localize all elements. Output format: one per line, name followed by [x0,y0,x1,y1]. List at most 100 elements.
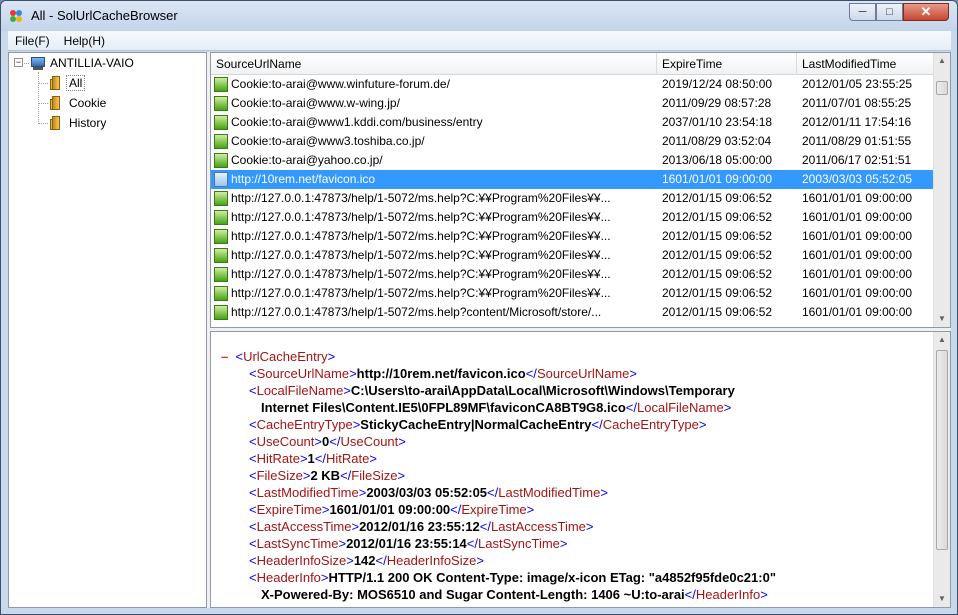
collapse-toggle-icon[interactable]: − [14,58,23,67]
cell-last-modified: 2011/08/29 01:51:55 [802,134,912,148]
xml-field-HeaderInfo: <HeaderInfo>HTTP/1.1 200 OK Content-Type… [249,570,776,585]
cell-last-modified: 2012/01/05 23:55:25 [802,77,913,91]
minimize-icon: ─ [858,6,867,18]
folder-icon [50,96,62,110]
scroll-thumb[interactable] [936,350,948,550]
xml-tag: ExpireTime [461,502,527,517]
xml-value: 2012/01/16 23:55:14 [346,536,467,551]
cell-source-url: Cookie:to-arai@www.w-wing.jp/ [231,96,400,110]
cell-source-url: Cookie:to-arai@www3.toshiba.co.jp/ [231,134,425,148]
column-header-expire-time[interactable]: ExpireTime [657,53,797,75]
cell-last-modified: 2003/03/03 05:52:05 [802,172,913,186]
tree-node-all[interactable]: All [50,74,86,92]
menu-file[interactable]: File(F) [8,31,57,50]
xml-value: 1 [307,451,315,466]
cell-expire-time: 2019/12/24 08:50:00 [662,77,773,91]
tree-node-label: Cookie [69,96,107,110]
xml-tag: LastSyncTime [478,536,560,551]
cell-last-modified: 1601/01/01 09:00:00 [802,286,913,300]
table-row[interactable]: Cookie:to-arai@www.winfuture-forum.de/20… [211,75,934,94]
table-row[interactable]: Cookie:to-arai@yahoo.co.jp/2013/06/18 05… [211,151,934,170]
cell-last-modified: 1601/01/01 09:00:00 [802,191,913,205]
title-bar[interactable]: All - SolUrlCacheBrowser ─ □ ✕ [1,1,957,31]
maximize-button[interactable]: □ [876,3,903,21]
cell-source-url: http://127.0.0.1:47873/help/1-5072/ms.he… [231,286,611,300]
xml-field-SourceUrlName: <SourceUrlName>http://10rem.net/favicon.… [249,366,638,381]
table-row[interactable]: http://127.0.0.1:47873/help/1-5072/ms.he… [211,303,934,322]
xml-field-CacheEntryType: <CacheEntryType>StickyCacheEntry|NormalC… [249,417,707,432]
menu-help[interactable]: Help(H) [57,31,112,50]
xml-tag: ExpireTime [256,502,322,517]
cell-source-url: http://127.0.0.1:47873/help/1-5072/ms.he… [231,229,611,243]
cell-expire-time: 2012/01/15 09:06:52 [662,248,773,262]
tree-node-cookie[interactable]: Cookie [50,94,106,112]
cell-expire-time: 2012/01/15 09:06:52 [662,305,773,319]
table-row[interactable]: http://127.0.0.1:47873/help/1-5072/ms.he… [211,227,934,246]
table-row[interactable]: http://127.0.0.1:47873/help/1-5072/ms.he… [211,284,934,303]
entry-detail-xml[interactable]: – <UrlCacheEntry> <SourceUrlName>http://1… [210,331,951,608]
tree-node-label: ANTILLIA-VAIO [50,56,134,70]
scroll-up-icon[interactable]: ▲ [934,53,950,69]
cache-entry-icon [214,286,228,301]
tree-node-root[interactable]: ANTILLIA-VAIO [30,54,134,72]
xml-tag: LastAccessTime [256,519,352,534]
table-row[interactable]: Cookie:to-arai@www.w-wing.jp/2011/09/29 … [211,94,934,113]
cell-expire-time: 2013/06/18 05:00:00 [662,153,773,167]
xml-field-LocalFileName-cont: Internet Files\Content.IE5\0FPL89MF\favi… [261,400,732,415]
xml-tag: FileSize [256,468,303,483]
xml-tag: HeaderInfoSize [386,553,477,568]
xml-tag: LastModifiedTime [256,485,359,500]
xml-root-line: – <UrlCacheEntry> [221,349,336,364]
scroll-down-icon[interactable]: ▼ [934,591,950,607]
xml-field-LastAccessTime: <LastAccessTime>2012/01/16 23:55:12</Las… [249,519,594,534]
list-scrollbar[interactable]: ▲ ▼ [933,53,950,327]
cache-entry-icon [214,305,228,320]
table-row[interactable]: http://127.0.0.1:47873/help/1-5072/ms.he… [211,246,934,265]
xml-tag: HeaderInfo [695,587,761,602]
xml-tag: LocalFileName [256,383,344,398]
table-row[interactable]: http://10rem.net/favicon.ico 1601/01/01 0… [211,170,934,189]
cell-source-url: http://10rem.net/favicon.ico [231,172,376,186]
cache-entry-icon [214,248,228,263]
xml-tag: UseCount [256,434,315,449]
cell-expire-time: 2012/01/15 09:06:52 [662,210,773,224]
cache-entry-icon [214,210,228,225]
column-header-last-modified[interactable]: LastModifiedTime [797,53,934,75]
xml-field-LastModifiedTime: <LastModifiedTime>2003/03/03 05:52:05</L… [249,485,608,500]
tree-node-label: All [66,75,86,91]
xml-value: http://10rem.net/favicon.ico [356,366,526,381]
column-header-source-url[interactable]: SourceUrlName [211,53,657,75]
xml-value: StickyCacheEntry|NormalCacheEntry [360,417,592,432]
cache-entry-icon [214,96,228,111]
xml-field-LocalFileName: <LocalFileName>C:\Users\to-arai\AppData\… [249,383,735,398]
maximize-icon: □ [886,6,893,18]
tree-panel[interactable]: − ANTILLIA-VAIO All Cookie History [8,52,207,608]
xml-field-HitRate: <HitRate>1</HitRate> [249,451,377,466]
close-icon: ✕ [920,4,932,19]
table-row[interactable]: http://127.0.0.1:47873/help/1-5072/ms.he… [211,208,934,227]
scroll-down-icon[interactable]: ▼ [934,311,950,327]
app-window: All - SolUrlCacheBrowser ─ □ ✕ File(F) H… [0,0,958,615]
table-row[interactable]: Cookie:to-arai@www1.kddi.com/business/en… [211,113,934,132]
scroll-thumb[interactable] [936,81,948,95]
close-button[interactable]: ✕ [903,3,949,21]
cell-expire-time: 1601/01/01 09:00:00 [662,172,773,186]
cache-entry-icon [214,153,228,168]
xml-tag: LastSyncTime [256,536,339,551]
cell-expire-time: 2012/01/15 09:06:52 [662,229,773,243]
cache-entry-icon [214,229,228,244]
detail-scrollbar[interactable]: ▲ ▼ [933,332,950,607]
cell-source-url: Cookie:to-arai@www.winfuture-forum.de/ [231,77,450,91]
table-row[interactable]: Cookie:to-arai@www3.toshiba.co.jp/2011/0… [211,132,934,151]
tree-node-history[interactable]: History [50,114,106,132]
xml-field-UseCount: <UseCount>0</UseCount> [249,434,406,449]
window-title: All - SolUrlCacheBrowser [31,8,178,23]
scroll-up-icon[interactable]: ▲ [934,332,950,348]
table-row[interactable]: http://127.0.0.1:47873/help/1-5072/ms.he… [211,265,934,284]
minimize-button[interactable]: ─ [849,3,876,21]
xml-field-ExpireTime: <ExpireTime>1601/01/01 09:00:00</ExpireT… [249,502,535,517]
cache-list[interactable]: SourceUrlName ExpireTime LastModifiedTim… [210,52,951,328]
collapse-xml-icon[interactable]: – [221,349,228,364]
cell-source-url: Cookie:to-arai@yahoo.co.jp/ [231,153,383,167]
table-row[interactable]: http://127.0.0.1:47873/help/1-5072/ms.he… [211,189,934,208]
